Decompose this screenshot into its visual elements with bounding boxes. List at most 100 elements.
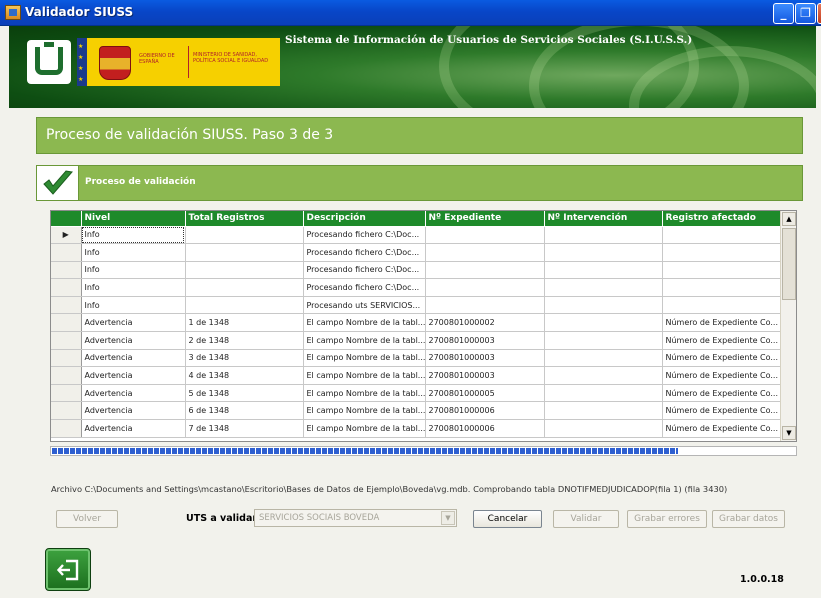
table-cell[interactable] bbox=[544, 313, 663, 333]
table-cell[interactable]: 2700801000003 bbox=[425, 366, 545, 385]
scrollbar-thumb[interactable] bbox=[782, 228, 796, 300]
table-row[interactable]: Info Procesando uts SERVICIOS... bbox=[51, 296, 782, 315]
table-row[interactable]: Advertencia 7 de 1348 El campo Nombre de l… bbox=[51, 419, 782, 438]
table-cell[interactable]: Info bbox=[81, 243, 186, 262]
back-button[interactable]: Volver bbox=[56, 510, 118, 528]
row-selector[interactable] bbox=[51, 331, 82, 350]
table-cell[interactable]: 3 de 1348 bbox=[185, 349, 304, 368]
maximize-button[interactable]: ❐ bbox=[795, 3, 816, 24]
table-cell[interactable]: Advertencia bbox=[81, 331, 186, 350]
table-cell[interactable]: Advertencia bbox=[81, 366, 186, 385]
row-selector[interactable] bbox=[51, 296, 82, 315]
table-cell[interactable] bbox=[425, 261, 545, 280]
table-cell[interactable] bbox=[662, 243, 782, 262]
table-cell[interactable]: 5 de 1348 bbox=[185, 384, 304, 403]
row-selector[interactable] bbox=[51, 278, 82, 297]
table-cell[interactable]: Advertencia bbox=[81, 384, 186, 403]
table-cell[interactable] bbox=[185, 261, 304, 280]
table-cell[interactable] bbox=[544, 226, 663, 245]
title-bar[interactable]: Validador SIUSS _ ❐ ✕ bbox=[0, 0, 821, 26]
table-cell[interactable]: Número de Expediente Co... bbox=[662, 331, 782, 350]
vertical-scrollbar[interactable]: ▲ ▼ bbox=[780, 211, 796, 441]
table-cell[interactable] bbox=[425, 226, 545, 245]
table-cell[interactable]: Procesando fichero C:\Doc... bbox=[303, 226, 426, 245]
table-row[interactable]: Advertencia 5 de 1348 El campo Nombre de l… bbox=[51, 384, 782, 403]
cancel-button[interactable]: Cancelar bbox=[473, 510, 542, 528]
table-cell[interactable]: 2700801000006 bbox=[425, 401, 545, 421]
validate-button[interactable]: Validar bbox=[553, 510, 619, 528]
table-cell[interactable] bbox=[662, 261, 782, 280]
table-cell[interactable]: Info bbox=[81, 296, 186, 315]
table-cell[interactable]: El campo Nombre de la tabl... bbox=[303, 419, 426, 438]
row-selector[interactable] bbox=[51, 384, 82, 403]
column-header[interactable]: Total Registros bbox=[185, 211, 304, 227]
table-row[interactable]: Advertencia 3 de 1348 El campo Nombre de l… bbox=[51, 349, 782, 368]
table-cell[interactable] bbox=[662, 296, 782, 315]
table-cell[interactable]: Advertencia bbox=[81, 401, 186, 421]
table-cell[interactable] bbox=[662, 226, 782, 245]
table-cell[interactable]: 1 de 1348 bbox=[185, 313, 304, 333]
table-row[interactable]: Advertencia 6 de 1348 El campo Nombre de l… bbox=[51, 401, 782, 421]
row-selector[interactable]: ▶ bbox=[51, 226, 82, 245]
table-row[interactable]: Advertencia 2 de 1348 El campo Nombre de l… bbox=[51, 331, 782, 350]
table-cell[interactable]: El campo Nombre de la tabl... bbox=[303, 313, 426, 333]
table-row[interactable]: Advertencia 1 de 1348 El campo Nombre de l… bbox=[51, 313, 782, 333]
validation-grid[interactable]: Nivel Total Registros Descripción Nº Exp… bbox=[50, 210, 797, 442]
row-selector[interactable] bbox=[51, 313, 82, 333]
table-cell[interactable]: 7 de 1348 bbox=[185, 419, 304, 438]
table-cell[interactable]: 2700801000003 bbox=[425, 349, 545, 368]
row-selector[interactable] bbox=[51, 243, 82, 262]
table-row[interactable]: Advertencia 4 de 1348 El campo Nombre de l… bbox=[51, 366, 782, 385]
table-cell[interactable]: El campo Nombre de la tabl... bbox=[303, 366, 426, 385]
column-header[interactable]: Nº Intervención bbox=[544, 211, 663, 227]
table-cell[interactable]: Número de Expediente Co... bbox=[662, 349, 782, 368]
chevron-down-icon[interactable]: ▼ bbox=[441, 511, 455, 525]
save-data-button[interactable]: Grabar datos bbox=[712, 510, 785, 528]
table-cell[interactable]: Procesando fichero C:\Doc... bbox=[303, 243, 426, 262]
table-cell[interactable]: El campo Nombre de la tabl... bbox=[303, 401, 426, 421]
table-cell[interactable] bbox=[185, 226, 304, 245]
table-cell[interactable] bbox=[544, 401, 663, 421]
table-cell[interactable]: Info bbox=[81, 226, 186, 245]
table-cell[interactable] bbox=[544, 261, 663, 280]
table-cell[interactable] bbox=[185, 243, 304, 262]
table-cell[interactable]: Advertencia bbox=[81, 419, 186, 438]
table-row[interactable]: Info Procesando fichero C:\Doc... bbox=[51, 243, 782, 262]
scroll-up-icon[interactable]: ▲ bbox=[782, 212, 796, 226]
table-cell[interactable]: 2700801000005 bbox=[425, 384, 545, 403]
table-cell[interactable]: Info bbox=[81, 261, 186, 280]
column-header[interactable]: Nivel bbox=[81, 211, 186, 227]
table-cell[interactable] bbox=[544, 278, 663, 297]
table-cell[interactable]: Número de Expediente Co... bbox=[662, 313, 782, 333]
column-header[interactable]: Descripción bbox=[303, 211, 426, 227]
table-cell[interactable]: Advertencia bbox=[81, 313, 186, 333]
table-cell[interactable]: El campo Nombre de la tabl... bbox=[303, 384, 426, 403]
table-cell[interactable] bbox=[425, 243, 545, 262]
table-cell[interactable]: Procesando fichero C:\Doc... bbox=[303, 278, 426, 297]
table-cell[interactable]: 2700801000006 bbox=[425, 419, 545, 438]
table-cell[interactable]: Procesando uts SERVICIOS... bbox=[303, 296, 426, 315]
exit-button[interactable] bbox=[45, 548, 91, 591]
table-row[interactable]: Info Procesando fichero C:\Doc... bbox=[51, 261, 782, 280]
table-cell[interactable]: 4 de 1348 bbox=[185, 366, 304, 385]
table-cell[interactable] bbox=[662, 278, 782, 297]
table-cell[interactable] bbox=[425, 278, 545, 297]
table-cell[interactable] bbox=[544, 243, 663, 262]
table-cell[interactable]: Número de Expediente Co... bbox=[662, 384, 782, 403]
table-cell[interactable] bbox=[544, 296, 663, 315]
table-cell[interactable]: Número de Expediente Co... bbox=[662, 401, 782, 421]
table-cell[interactable] bbox=[544, 331, 663, 350]
table-cell[interactable]: 2 de 1348 bbox=[185, 331, 304, 350]
table-cell[interactable]: El campo Nombre de la tabl... bbox=[303, 349, 426, 368]
table-cell[interactable] bbox=[185, 278, 304, 297]
row-selector[interactable] bbox=[51, 366, 82, 385]
table-cell[interactable]: 6 de 1348 bbox=[185, 401, 304, 421]
table-cell[interactable] bbox=[425, 296, 545, 315]
table-cell[interactable]: 2700801000002 bbox=[425, 313, 545, 333]
table-cell[interactable]: Procesando fichero C:\Doc... bbox=[303, 261, 426, 280]
row-selector[interactable] bbox=[51, 261, 82, 280]
table-cell[interactable] bbox=[544, 366, 663, 385]
table-cell[interactable]: 2700801000003 bbox=[425, 331, 545, 350]
table-cell[interactable]: Número de Expediente Co... bbox=[662, 366, 782, 385]
table-cell[interactable]: Número de Expediente Co... bbox=[662, 419, 782, 438]
